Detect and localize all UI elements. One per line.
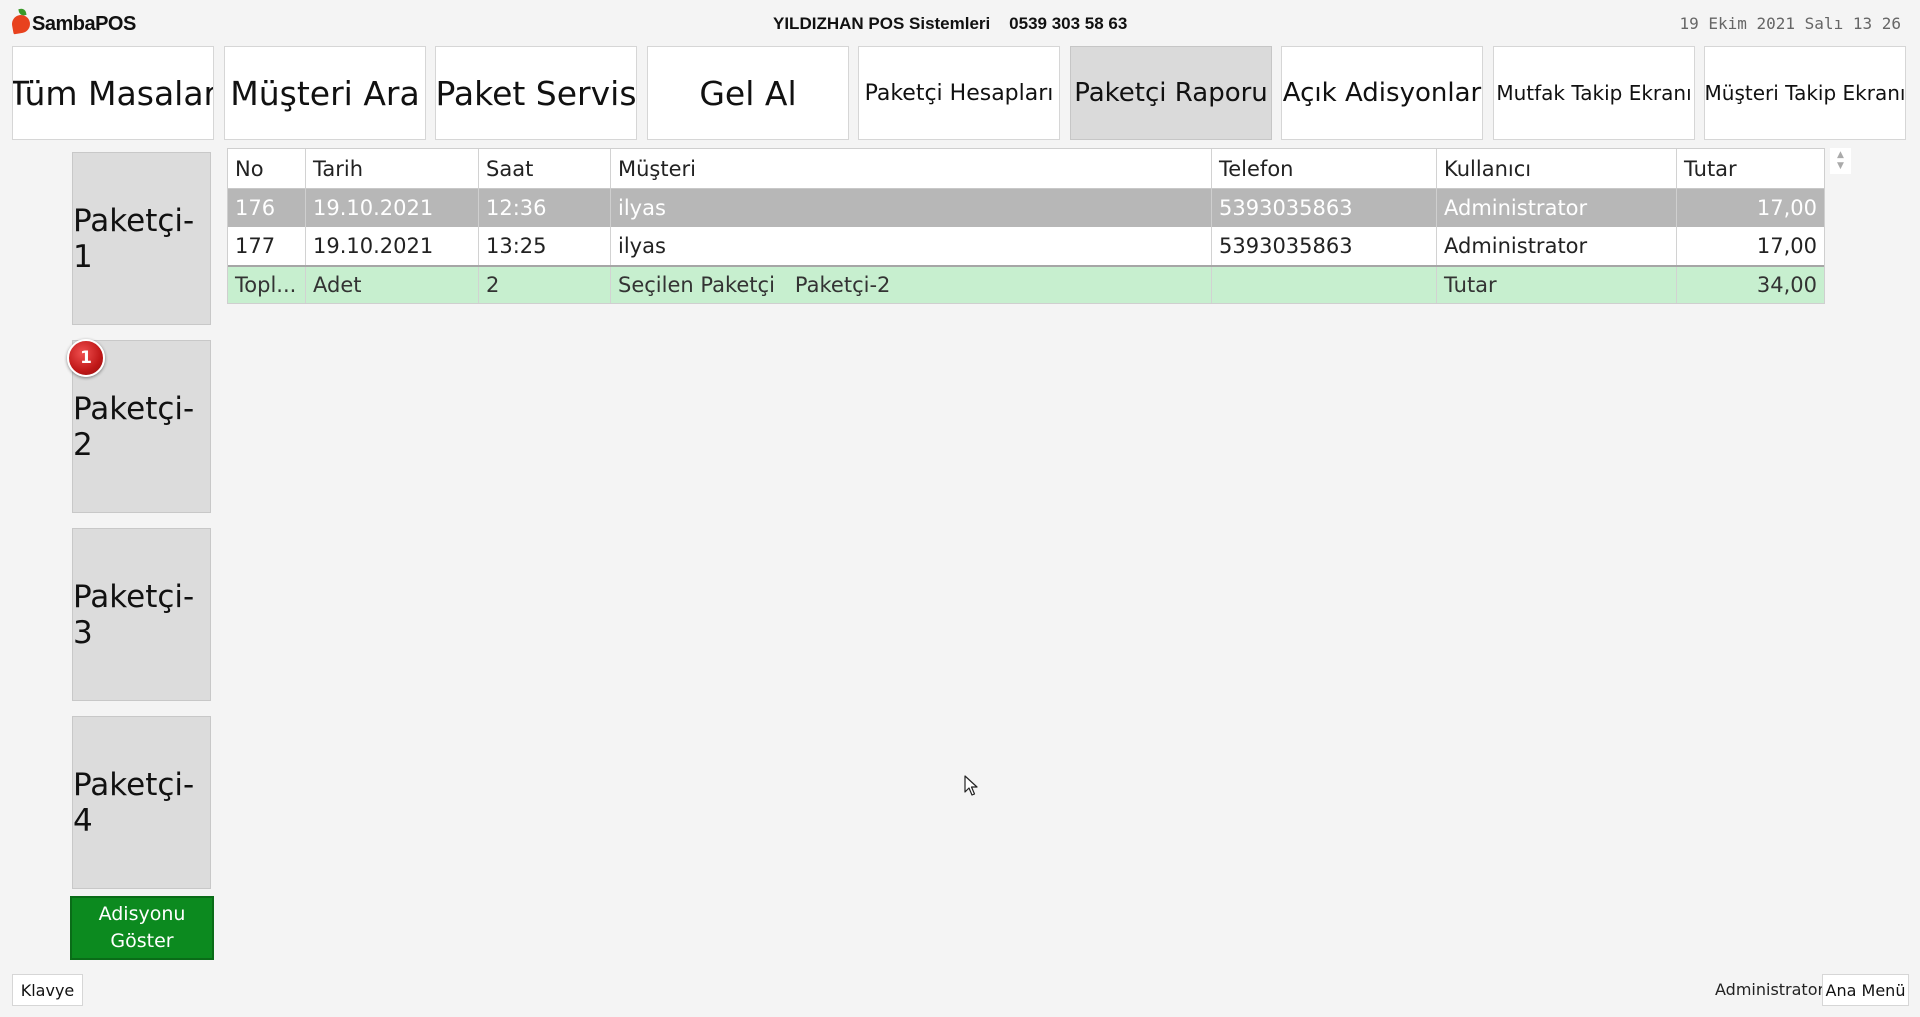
table-cell: 5393035863 (1212, 189, 1437, 227)
takeaway-button[interactable]: Gel Al (647, 46, 849, 140)
total-row: Topl... Adet 2 Seçilen Paketçi Paketçi-2… (228, 265, 1824, 303)
current-user-label: Administrator (1715, 980, 1825, 999)
column-header[interactable]: Tutar (1677, 149, 1824, 189)
table-cell: ilyas (611, 189, 1212, 227)
top-button-bar: Tüm Masalar Müşteri Ara Paket Servis Gel… (12, 46, 1908, 140)
table-cell: Administrator (1437, 189, 1677, 227)
kitchen-tracking-button[interactable]: Mutfak Takip Ekranı (1493, 46, 1695, 140)
delivery-service-button[interactable]: Paket Servis (435, 46, 637, 140)
table-cell: 19.10.2021 (306, 189, 479, 227)
customer-search-button[interactable]: Müşteri Ara (224, 46, 426, 140)
column-header[interactable]: Kullanıcı (1437, 149, 1677, 189)
company-info: YILDIZHAN POS Sistemleri 0539 303 58 63 (773, 14, 1128, 33)
table-cell: 177 (228, 227, 306, 265)
table-cell: 17,00 (1756, 196, 1817, 220)
table-cell: 19.10.2021 (306, 227, 479, 265)
mouse-cursor-icon (964, 775, 978, 796)
customer-tracking-button[interactable]: Müşteri Takip Ekranı (1704, 46, 1906, 140)
total-cell: 34,00 (1756, 273, 1817, 297)
column-header[interactable]: Tarih (306, 149, 479, 189)
courier-2-badge: 1 (67, 339, 105, 377)
show-ticket-line1: Adisyonu (98, 903, 186, 925)
column-header[interactable]: Telefon (1212, 149, 1437, 189)
open-tickets-button[interactable]: Açık Adisyonlar (1281, 46, 1483, 140)
courier-4-button[interactable]: Paketçi-4 (72, 716, 211, 889)
table-cell: Administrator (1437, 227, 1677, 265)
courier-3-button[interactable]: Paketçi-3 (72, 528, 211, 701)
show-ticket-line2: Göster (110, 930, 174, 952)
show-ticket-button[interactable]: Adisyonu Göster (70, 896, 214, 960)
total-cell: Adet (306, 267, 479, 303)
column-header[interactable]: Müşteri (611, 149, 1212, 189)
total-cell (1212, 267, 1437, 303)
table-header: No Tarih Saat Müşteri Telefon Kullanıcı … (228, 149, 1824, 189)
table-row[interactable]: 176 19.10.2021 12:36 ilyas 5393035863 Ad… (228, 189, 1824, 227)
table-cell: 12:36 (479, 189, 611, 227)
sambapos-logo: SambaPOS (10, 11, 136, 37)
total-cell: Seçilen Paketçi Paketçi-2 (611, 267, 1212, 303)
logo-text: SambaPOS (32, 12, 136, 35)
table-cell: 17,00 (1756, 234, 1817, 258)
courier-accounts-button[interactable]: Paketçi Hesapları (858, 46, 1060, 140)
total-cell: 2 (479, 267, 611, 303)
table-cell: 5393035863 (1212, 227, 1437, 265)
courier-1-button[interactable]: Paketçi-1 (72, 152, 211, 325)
courier-report-table: No Tarih Saat Müşteri Telefon Kullanıcı … (227, 148, 1825, 304)
courier-report-button[interactable]: Paketçi Raporu (1070, 46, 1272, 140)
table-cell: ilyas (611, 227, 1212, 265)
column-header[interactable]: No (228, 149, 306, 189)
main-menu-button[interactable]: Ana Menü (1822, 974, 1909, 1006)
sambapos-logo-icon (10, 13, 32, 35)
column-header[interactable]: Saat (479, 149, 611, 189)
date-time: 19 Ekim 2021 Salı 13 26 (1679, 14, 1901, 33)
table-cell: 13:25 (479, 227, 611, 265)
table-row[interactable]: 177 19.10.2021 13:25 ilyas 5393035863 Ad… (228, 227, 1824, 265)
scroll-arrows-icon[interactable]: ▲ ▼ (1830, 148, 1851, 174)
keyboard-button[interactable]: Klavye (12, 974, 83, 1006)
table-cell: 176 (228, 189, 306, 227)
total-cell: Tutar (1437, 267, 1677, 303)
total-cell: Topl... (228, 267, 306, 303)
all-tables-button[interactable]: Tüm Masalar (12, 46, 214, 140)
